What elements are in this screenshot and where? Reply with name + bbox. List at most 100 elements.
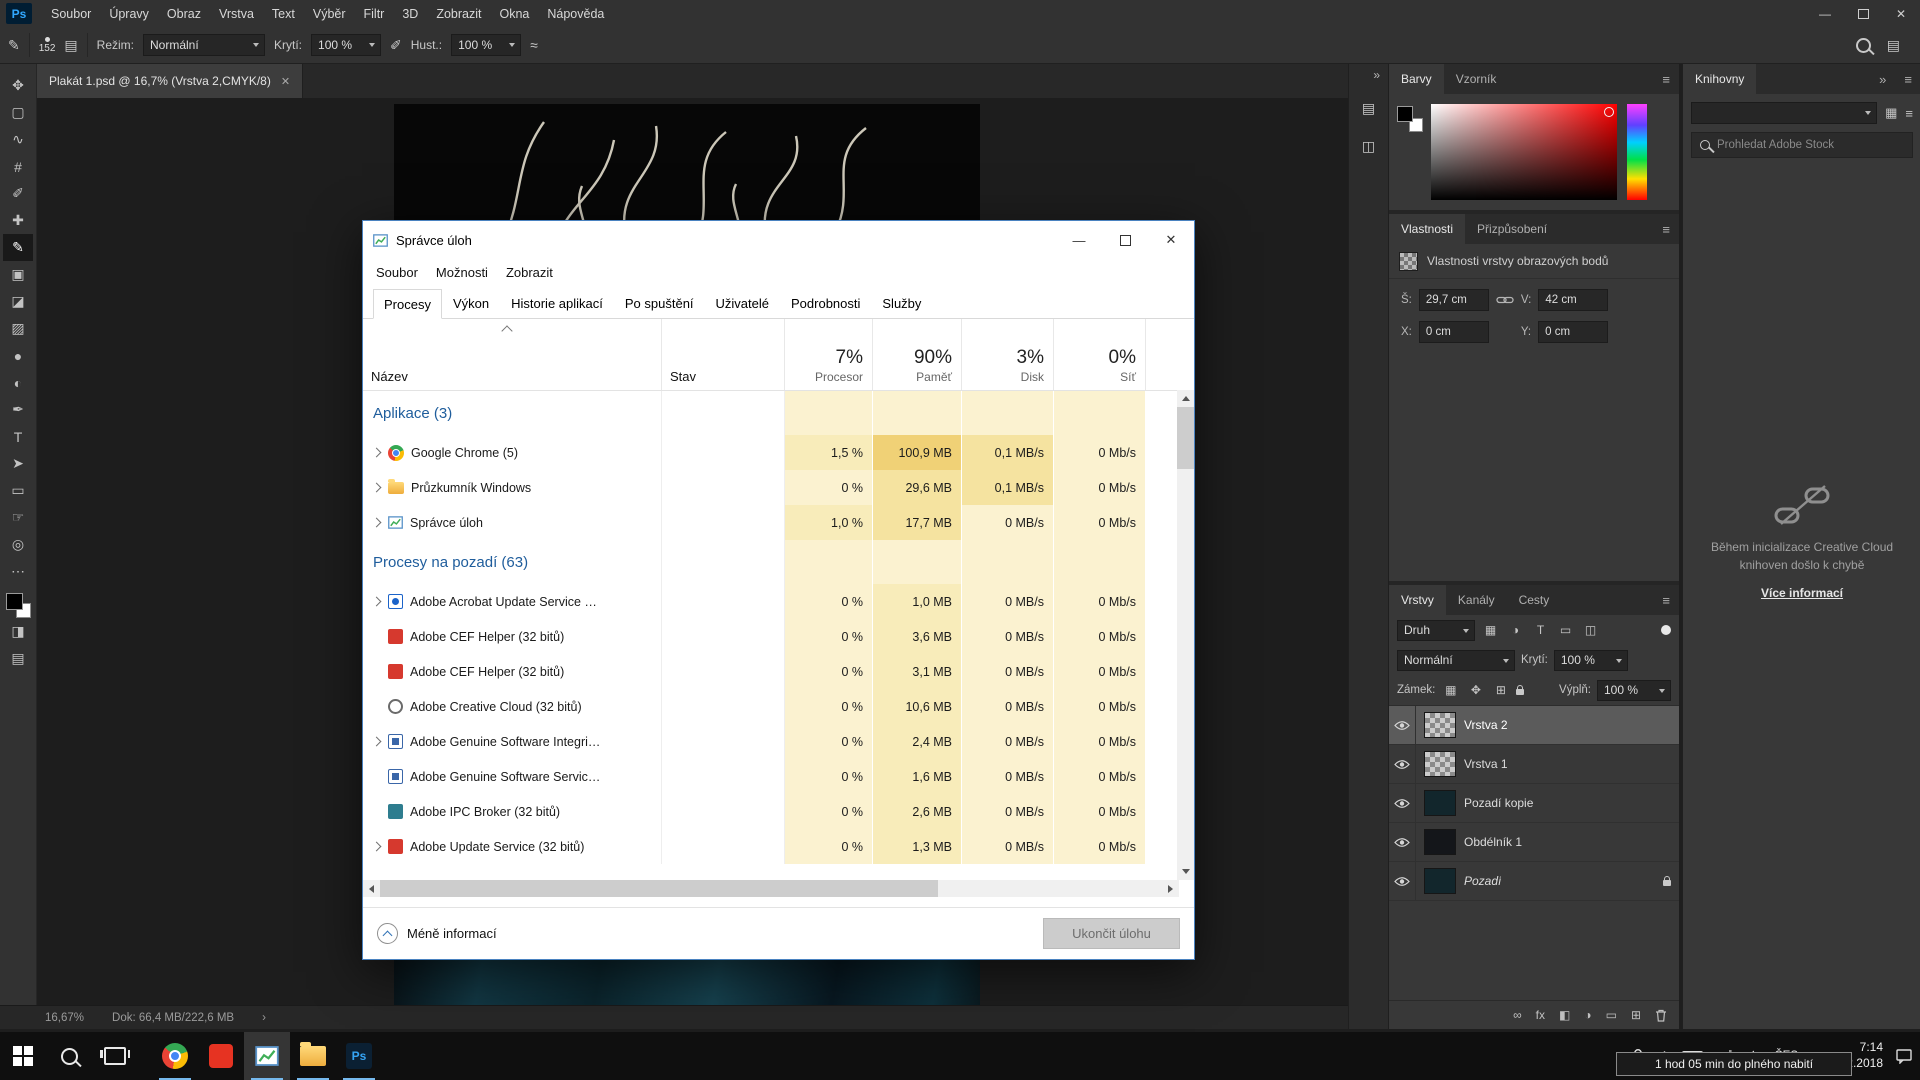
- document-tab[interactable]: Plakát 1.psd @ 16,7% (Vrstva 2,CMYK/8) ✕: [37, 64, 303, 98]
- layer-thumbnail[interactable]: [1424, 751, 1456, 777]
- menu-moznosti[interactable]: Možnosti: [427, 265, 497, 280]
- filter-kind-select[interactable]: Druh: [1397, 620, 1475, 641]
- blur-tool[interactable]: ●: [3, 342, 33, 369]
- filter-type-icon[interactable]: T: [1531, 621, 1550, 640]
- tab-vrstvy[interactable]: Vrstvy: [1389, 585, 1446, 615]
- collapsed-panel-icon-2[interactable]: ◫: [1357, 134, 1381, 158]
- adjustment-layer-icon[interactable]: ◑: [1584, 1008, 1591, 1022]
- process-row-google-chrome[interactable]: Google Chrome (5) 1,5 % 100,9 MB 0,1 MB/…: [363, 435, 1194, 470]
- vertical-scroll-thumb[interactable]: [1177, 407, 1194, 469]
- status-expand-icon[interactable]: ›: [262, 1012, 266, 1024]
- process-row-cef-helper-1[interactable]: Adobe CEF Helper (32 bitů) 0 % 3,6 MB 0 …: [363, 619, 1194, 654]
- taskbar-chrome-button[interactable]: [152, 1032, 198, 1080]
- layer-name[interactable]: Pozadí kopie: [1464, 796, 1533, 810]
- hand-tool[interactable]: ☞: [3, 504, 33, 531]
- process-row-creative-cloud[interactable]: Adobe Creative Cloud (32 bitů) 0 % 10,6 …: [363, 689, 1194, 724]
- tab-procesy[interactable]: Procesy: [373, 289, 442, 319]
- menu-vrstva[interactable]: Vrstva: [210, 0, 263, 27]
- opacity-select[interactable]: 100 %: [311, 34, 381, 56]
- height-field[interactable]: 42 cm: [1538, 289, 1608, 311]
- panel-menu-icon[interactable]: ≡: [1653, 585, 1679, 615]
- pen-tool[interactable]: ✒: [3, 396, 33, 423]
- tab-vzornik[interactable]: Vzorník: [1444, 64, 1509, 94]
- hue-slider[interactable]: [1627, 104, 1647, 200]
- process-row-cef-helper-2[interactable]: Adobe CEF Helper (32 bitů) 0 % 3,1 MB 0 …: [363, 654, 1194, 689]
- taskbar-search-button[interactable]: [46, 1032, 92, 1080]
- menu-soubor[interactable]: Soubor: [367, 265, 427, 280]
- process-row-acrobat-update[interactable]: Adobe Acrobat Update Service … 0 % 1,0 M…: [363, 584, 1194, 619]
- action-center-icon[interactable]: [1896, 1049, 1912, 1064]
- scroll-down-icon[interactable]: [1177, 863, 1194, 880]
- process-row-pruzkumnik[interactable]: Průzkumník Windows 0 % 29,6 MB 0,1 MB/s …: [363, 470, 1194, 505]
- scroll-up-icon[interactable]: [1177, 390, 1194, 407]
- column-nazev[interactable]: Název: [363, 319, 662, 390]
- flow-select[interactable]: 100 %: [451, 34, 521, 56]
- menu-zobrazit[interactable]: Zobrazit: [497, 265, 562, 280]
- fill-select[interactable]: 100 %: [1597, 680, 1671, 701]
- quick-mask-icon[interactable]: ◨: [3, 618, 33, 645]
- taskbar-explorer-button[interactable]: [290, 1032, 336, 1080]
- column-procesor[interactable]: 7%Procesor: [785, 319, 873, 390]
- shape-tool[interactable]: ▭: [3, 477, 33, 504]
- tab-historie-aplikaci[interactable]: Historie aplikací: [500, 288, 614, 318]
- lock-transparency-icon[interactable]: ▦: [1441, 681, 1460, 700]
- process-row-spravce-uloh[interactable]: Správce úloh 1,0 % 17,7 MB 0 MB/s 0 Mb/s: [363, 505, 1194, 540]
- column-pamet[interactable]: 90%Paměť: [873, 319, 962, 390]
- menu-text[interactable]: Text: [263, 0, 304, 27]
- width-field[interactable]: 29,7 cm: [1419, 289, 1489, 311]
- start-button[interactable]: [0, 1032, 46, 1080]
- list-view-icon[interactable]: ≡: [1905, 106, 1913, 121]
- crop-tool[interactable]: #: [3, 153, 33, 180]
- layer-group-icon[interactable]: ▭: [1606, 1008, 1617, 1022]
- layer-name[interactable]: Pozadí: [1464, 874, 1501, 888]
- brush-tool[interactable]: ✎: [3, 234, 33, 261]
- search-icon[interactable]: [1856, 38, 1871, 53]
- visibility-toggle[interactable]: [1389, 784, 1416, 822]
- filter-pixel-icon[interactable]: ▦: [1481, 621, 1500, 640]
- expander-icon[interactable]: [372, 518, 382, 528]
- zoom-tool[interactable]: ◎: [3, 531, 33, 558]
- lock-artboard-icon[interactable]: ⊞: [1491, 681, 1510, 700]
- layer-thumbnail[interactable]: [1424, 790, 1456, 816]
- link-dimensions-icon[interactable]: [1496, 294, 1514, 306]
- eyedropper-tool[interactable]: ✐: [3, 180, 33, 207]
- color-swatches[interactable]: [6, 593, 31, 618]
- tab-vykon[interactable]: Výkon: [442, 288, 500, 318]
- layer-name[interactable]: Vrstva 1: [1464, 757, 1508, 771]
- tab-kanaly[interactable]: Kanály: [1446, 585, 1507, 615]
- minimize-button[interactable]: —: [1056, 221, 1102, 259]
- layer-thumbnail[interactable]: [1424, 712, 1456, 738]
- tab-barvy[interactable]: Barvy: [1389, 64, 1444, 94]
- brush-panel-toggle-icon[interactable]: ▤: [64, 37, 77, 54]
- tool-preset-icon[interactable]: ✎: [8, 37, 20, 54]
- tab-podrobnosti[interactable]: Podrobnosti: [780, 288, 871, 318]
- layer-mask-icon[interactable]: ◧: [1559, 1008, 1570, 1022]
- y-field[interactable]: 0 cm: [1538, 321, 1608, 343]
- task-manager-titlebar[interactable]: Správce úloh — ✕: [363, 221, 1194, 259]
- task-view-button[interactable]: [92, 1032, 138, 1080]
- lasso-tool[interactable]: ∿: [3, 126, 33, 153]
- screen-mode-icon[interactable]: ▤: [3, 645, 33, 672]
- expander-icon[interactable]: [372, 597, 382, 607]
- panel-color-swatches[interactable]: [1397, 106, 1423, 132]
- dodge-tool[interactable]: ◐: [3, 369, 33, 396]
- maximize-button[interactable]: [1102, 221, 1148, 259]
- lock-position-icon[interactable]: ✥: [1466, 681, 1485, 700]
- saturation-field[interactable]: [1431, 104, 1617, 200]
- new-layer-icon[interactable]: ⊞: [1631, 1008, 1641, 1022]
- foreground-color-swatch[interactable]: [6, 593, 23, 610]
- tab-close-icon[interactable]: ✕: [281, 75, 290, 88]
- zoom-level[interactable]: 16,67%: [45, 1012, 84, 1024]
- healing-brush-tool[interactable]: ✚: [3, 207, 33, 234]
- marquee-tool[interactable]: ▢: [3, 99, 33, 126]
- column-disk[interactable]: 3%Disk: [962, 319, 1054, 390]
- menu-3d[interactable]: 3D: [393, 0, 427, 27]
- collapse-dock-icon[interactable]: »: [1870, 64, 1895, 94]
- layer-thumbnail[interactable]: [1424, 829, 1456, 855]
- close-button[interactable]: ✕: [1882, 0, 1920, 27]
- close-button[interactable]: ✕: [1148, 221, 1194, 259]
- menu-zobrazit[interactable]: Zobrazit: [427, 0, 490, 27]
- less-info-label[interactable]: Méně informací: [407, 926, 497, 941]
- blend-mode-select[interactable]: Normální: [143, 34, 265, 56]
- column-stav[interactable]: Stav: [662, 319, 785, 390]
